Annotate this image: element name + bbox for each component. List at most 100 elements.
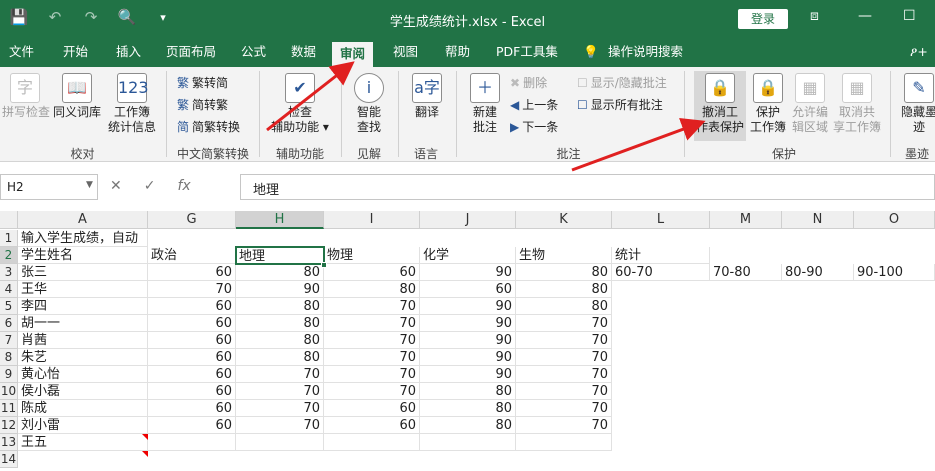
ribbon-display-icon[interactable]: ⧈ [810, 8, 819, 24]
minimize-button[interactable]: — [858, 8, 872, 24]
new-comment-button[interactable]: ＋新建 批注 [464, 73, 506, 135]
row-header[interactable]: 11 [0, 400, 18, 417]
score-cell[interactable]: 70 [516, 332, 612, 349]
tab-help[interactable]: 帮助 [445, 40, 470, 67]
score-cell[interactable]: 90 [420, 315, 516, 332]
row-header[interactable]: 2 [0, 247, 18, 264]
score-cell[interactable]: 60 [324, 417, 420, 434]
row-header[interactable]: 3 [0, 264, 18, 281]
score-cell[interactable]: 90 [420, 366, 516, 383]
student-name-cell[interactable]: 刘小雷 [18, 417, 148, 434]
score-cell[interactable]: 70 [516, 315, 612, 332]
allow-edit-ranges-button[interactable]: ▦ 允许编 辑区域 [790, 73, 830, 135]
score-cell[interactable]: 60 [324, 400, 420, 417]
student-name-cell[interactable]: 朱艺 [18, 349, 148, 366]
score-cell[interactable]: 70 [236, 366, 324, 383]
row-header[interactable]: 10 [0, 383, 18, 400]
score-cell[interactable]: 70 [148, 281, 236, 298]
delete-comment-button[interactable]: ✖ 删除 [510, 75, 547, 91]
column-header[interactable]: I [324, 211, 420, 229]
row-header[interactable]: 7 [0, 332, 18, 349]
score-cell[interactable]: 80 [516, 281, 612, 298]
column-header[interactable]: A [18, 211, 148, 229]
show-all-comments-button[interactable]: ☐ 显示所有批注 [577, 97, 663, 113]
score-cell[interactable]: 80 [420, 417, 516, 434]
login-button[interactable]: 登录 [738, 9, 788, 29]
workbook-statistics-button[interactable]: 123 工作簿 统计信息 [104, 73, 160, 135]
score-cell[interactable]: 80 [236, 349, 324, 366]
fill-handle[interactable] [321, 262, 327, 268]
score-cell[interactable] [148, 434, 236, 451]
row-header[interactable]: 5 [0, 298, 18, 315]
column-header[interactable]: N [782, 211, 854, 229]
cell-a1[interactable]: 输入学生成绩，自动 [18, 230, 148, 247]
range-cell[interactable]: 80-90 [782, 264, 854, 281]
score-cell[interactable]: 70 [236, 417, 324, 434]
score-cell[interactable]: 80 [236, 264, 324, 281]
row-header[interactable]: 8 [0, 349, 18, 366]
score-cell[interactable]: 80 [236, 298, 324, 315]
score-cell[interactable]: 70 [324, 383, 420, 400]
translate-button[interactable]: a字 翻译 [405, 73, 449, 120]
smart-lookup-button[interactable]: i 智能 查找 [347, 73, 391, 135]
column-header[interactable]: L [612, 211, 710, 229]
score-cell[interactable]: 70 [516, 366, 612, 383]
score-cell[interactable]: 60 [148, 349, 236, 366]
score-cell[interactable]: 80 [236, 332, 324, 349]
header-cell[interactable]: 物理 [324, 247, 420, 264]
header-cell[interactable]: 生物 [516, 247, 612, 264]
column-header[interactable]: H [236, 211, 324, 229]
tab-insert[interactable]: 插入 [116, 40, 141, 67]
score-cell[interactable] [324, 434, 420, 451]
score-cell[interactable]: 60 [324, 264, 420, 281]
score-cell[interactable]: 90 [420, 264, 516, 281]
tab-review[interactable]: 审阅 [332, 40, 374, 67]
student-name-cell[interactable]: 肖茜 [18, 332, 148, 349]
tab-home[interactable]: 开始 [63, 40, 88, 67]
select-all-corner[interactable] [0, 211, 18, 229]
column-header[interactable]: K [516, 211, 612, 229]
student-name-cell[interactable]: 侯小磊 [18, 383, 148, 400]
header-cell[interactable]: 政治 [148, 247, 236, 264]
row-header[interactable]: 13 [0, 434, 18, 451]
active-cell[interactable]: 地理 [235, 246, 325, 265]
row-header[interactable]: 9 [0, 366, 18, 383]
protect-workbook-button[interactable]: 🔒 保护 工作簿 [748, 73, 788, 135]
score-cell[interactable]: 60 [148, 400, 236, 417]
tab-file[interactable]: 文件 [9, 40, 34, 67]
cancel-icon[interactable]: ✕ [110, 178, 122, 194]
student-name-cell[interactable]: 胡一一 [18, 315, 148, 332]
score-cell[interactable]: 60 [148, 298, 236, 315]
score-cell[interactable]: 70 [324, 349, 420, 366]
row-header[interactable]: 6 [0, 315, 18, 332]
column-header[interactable]: M [710, 211, 782, 229]
score-cell[interactable]: 80 [420, 400, 516, 417]
unprotect-sheet-button[interactable]: 🔒 撤消工 作表保护 [694, 71, 746, 141]
header-cell[interactable]: 学生姓名 [18, 247, 148, 264]
name-box[interactable]: H2 [0, 174, 98, 200]
score-cell[interactable]: 70 [324, 298, 420, 315]
score-cell[interactable]: 60 [148, 332, 236, 349]
score-cell[interactable]: 70 [516, 400, 612, 417]
maximize-button[interactable]: ☐ [903, 8, 916, 24]
simp-to-trad-button[interactable]: 繁简转繁 [177, 97, 228, 113]
score-cell[interactable]: 80 [516, 264, 612, 281]
previous-comment-button[interactable]: ◀ 上一条 [510, 97, 558, 113]
trad-to-simp-button[interactable]: 繁繁转简 [177, 75, 228, 91]
score-cell[interactable]: 80 [516, 298, 612, 315]
score-cell[interactable]: 60 [420, 281, 516, 298]
score-cell[interactable]: 70 [516, 383, 612, 400]
score-cell[interactable]: 90 [236, 281, 324, 298]
row-header[interactable]: 12 [0, 417, 18, 434]
unshare-workbook-button[interactable]: ▦ 取消共 享工作簿 [832, 73, 882, 135]
tell-me-search[interactable]: 操作说明搜索 [608, 40, 683, 67]
formula-input[interactable]: 地理 [240, 174, 935, 200]
header-cell[interactable]: 化学 [420, 247, 516, 264]
score-cell[interactable] [236, 434, 324, 451]
score-cell[interactable]: 60 [148, 417, 236, 434]
row-header[interactable]: 4 [0, 281, 18, 298]
insert-function-icon[interactable]: fx [177, 178, 190, 194]
score-cell[interactable]: 60 [148, 383, 236, 400]
score-cell[interactable]: 90 [420, 349, 516, 366]
tab-view[interactable]: 视图 [393, 40, 418, 67]
